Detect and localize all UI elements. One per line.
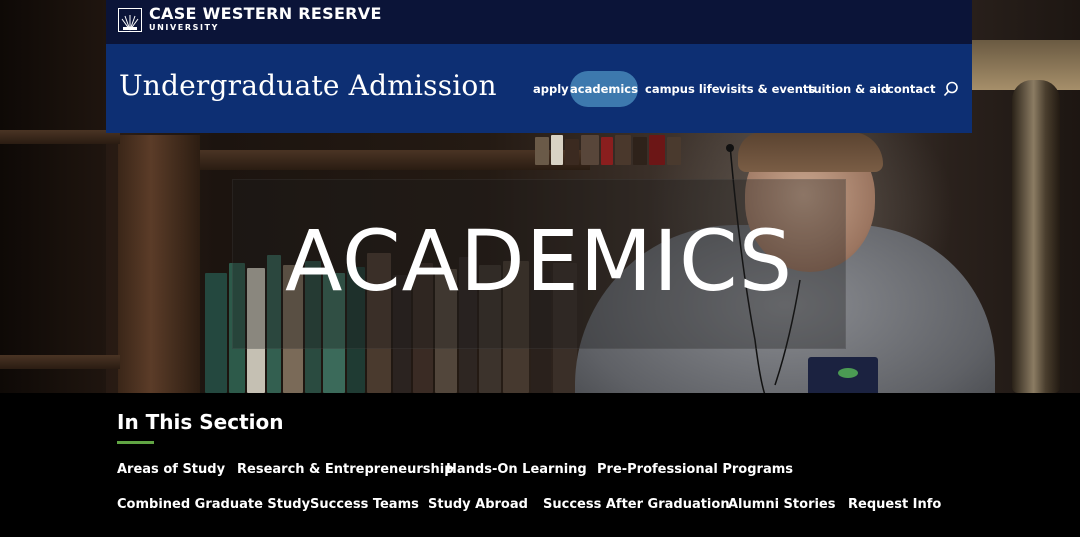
university-logo-icon[interactable]: [118, 8, 142, 32]
section-title: In This Section: [117, 410, 284, 434]
section-link-request-info[interactable]: Request Info: [848, 497, 941, 512]
section-title-underline: [117, 441, 154, 444]
section-link-areas-of-study[interactable]: Areas of Study: [117, 462, 225, 477]
university-subname[interactable]: UNIVERSITY: [149, 23, 219, 32]
top-shelf-books: [535, 135, 735, 165]
university-name[interactable]: CASE WESTERN RESERVE: [149, 4, 382, 23]
section-link-success-teams[interactable]: Success Teams: [310, 497, 419, 512]
nav-academics[interactable]: academics: [570, 71, 638, 107]
nav-visits-events[interactable]: visits & events: [719, 71, 815, 107]
section-link-pre-professional-programs[interactable]: Pre-Professional Programs: [597, 462, 793, 477]
site-title[interactable]: Undergraduate Admission: [119, 69, 497, 102]
bookshelf-board: [0, 355, 120, 369]
section-link-success-after-graduation[interactable]: Success After Graduation: [543, 497, 730, 512]
section-link-alumni-stories[interactable]: Alumni Stories: [728, 497, 836, 512]
lamp-stem: [1012, 80, 1060, 393]
section-link-study-abroad[interactable]: Study Abroad: [428, 497, 528, 512]
nav-apply[interactable]: apply: [533, 71, 569, 107]
nav-contact[interactable]: contact: [887, 71, 935, 107]
section-link-hands-on-learning[interactable]: Hands-On Learning: [446, 462, 587, 477]
hero-shadow-left: [0, 0, 106, 393]
hero-title: ACADEMICS: [284, 212, 794, 310]
nav-tuition-aid[interactable]: tuition & aid: [808, 71, 889, 107]
search-icon[interactable]: [943, 81, 959, 97]
bookcase-post: [118, 135, 200, 393]
bookshelf-board: [200, 150, 590, 170]
section-link-combined-graduate-study[interactable]: Combined Graduate Study: [117, 497, 310, 512]
section-link-research-entrepreneurship[interactable]: Research & Entrepreneurship: [237, 462, 454, 477]
nav-campus-life[interactable]: campus life: [645, 71, 720, 107]
bookshelf-board: [0, 130, 120, 144]
crocodile-logo-icon: [838, 368, 858, 378]
